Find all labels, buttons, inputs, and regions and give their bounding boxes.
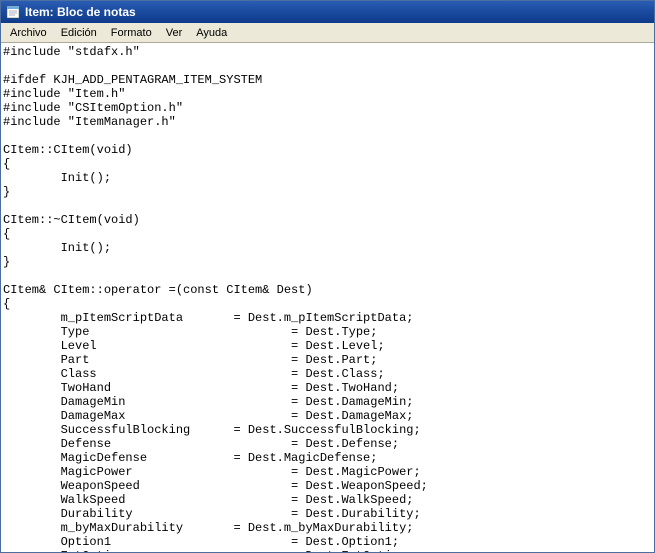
menu-archivo[interactable]: Archivo — [3, 25, 54, 41]
menu-edicion[interactable]: Edición — [54, 25, 104, 41]
menu-ayuda[interactable]: Ayuda — [189, 25, 234, 41]
titlebar: Item: Bloc de notas — [1, 1, 654, 23]
menu-ver[interactable]: Ver — [159, 25, 190, 41]
text-editor-content[interactable]: #include "stdafx.h" #ifdef KJH_ADD_PENTA… — [1, 43, 654, 552]
menu-formato[interactable]: Formato — [104, 25, 159, 41]
notepad-icon — [5, 4, 21, 20]
window-title: Item: Bloc de notas — [25, 5, 136, 19]
menubar: Archivo Edición Formato Ver Ayuda — [1, 23, 654, 43]
